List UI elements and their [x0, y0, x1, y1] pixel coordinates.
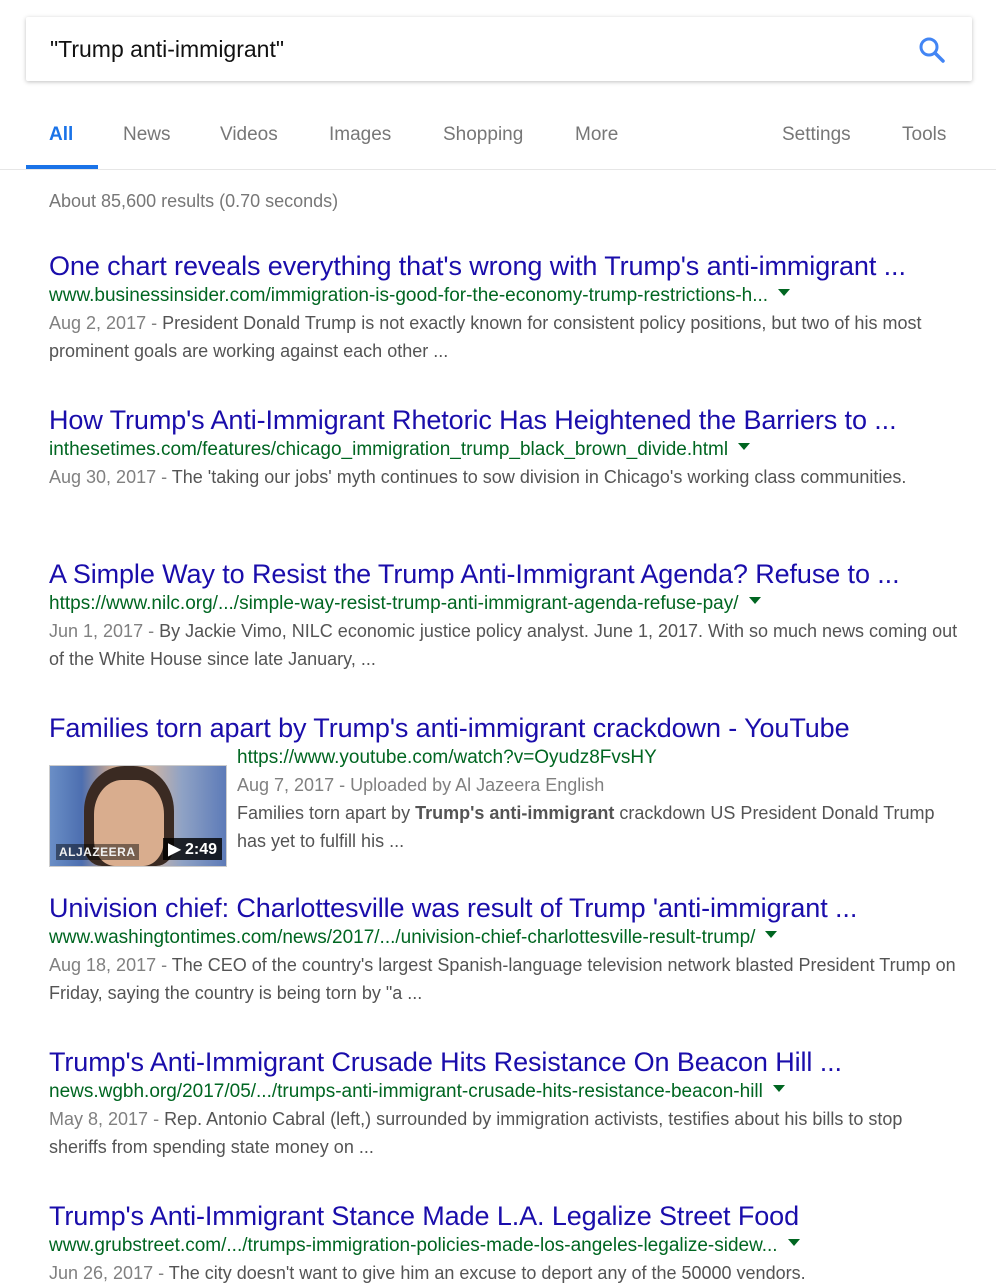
tab-tools[interactable]: Tools	[902, 124, 946, 146]
result-snippet-text: Rep. Antonio Cabral (left,) surrounded b…	[49, 1109, 903, 1157]
result-date: Jun 26, 2017 -	[49, 1263, 169, 1283]
result-snippet: Jun 1, 2017 - By Jackie Vimo, NILC econo…	[49, 617, 959, 673]
caret-down-icon[interactable]	[787, 1239, 800, 1247]
result-snippet-text: The city doesn't want to give him an exc…	[168, 1263, 806, 1283]
caret-down-icon[interactable]	[772, 1085, 785, 1093]
result-url[interactable]: www.grubstreet.com/.../trumps-immigratio…	[49, 1235, 778, 1256]
result-stats: About 85,600 results (0.70 seconds)	[49, 191, 339, 211]
caret-down-icon[interactable]	[765, 931, 778, 939]
video-thumbnail[interactable]: ALJAZEERA ▶ 2:49	[49, 765, 227, 867]
video-result-text: https://www.youtube.com/watch?v=Oyudz8Fv…	[237, 745, 957, 855]
result-title-link[interactable]: Families torn apart by Trump's anti-immi…	[49, 711, 959, 745]
result-date: Aug 30, 2017 -	[49, 467, 172, 487]
caret-down-icon[interactable]	[738, 443, 751, 451]
result-title-link[interactable]: Trump's Anti-Immigrant Crusade Hits Resi…	[49, 1045, 959, 1079]
search-tabs: All News Videos Images Shopping More Set…	[0, 110, 996, 170]
result-snippet-text: The CEO of the country's largest Spanish…	[49, 955, 956, 1003]
tab-all[interactable]: All	[49, 124, 73, 146]
result-snippet: Aug 30, 2017 - The 'taking our jobs' myt…	[49, 463, 959, 491]
search-result: Trump's Anti-Immigrant Crusade Hits Resi…	[49, 1045, 959, 1161]
result-url[interactable]: www.washingtontimes.com/news/2017/.../un…	[49, 927, 755, 948]
active-tab-indicator	[26, 165, 98, 169]
result-snippet: Jun 26, 2017 - The city doesn't want to …	[49, 1259, 959, 1287]
result-snippet: May 8, 2017 - Rep. Antonio Cabral (left,…	[49, 1105, 959, 1161]
result-snippet-text: Families torn apart by	[237, 803, 416, 823]
tab-shopping[interactable]: Shopping	[443, 124, 523, 146]
tab-news[interactable]: News	[123, 124, 171, 146]
search-icon	[919, 37, 945, 63]
caret-down-icon[interactable]	[778, 289, 791, 297]
result-url[interactable]: https://www.nilc.org/.../simple-way-resi…	[49, 593, 739, 614]
result-snippet-bold: Trump's anti-immigrant	[415, 803, 615, 823]
video-duration: ▶ 2:49	[163, 838, 222, 860]
result-snippet: Families torn apart by Trump's anti-immi…	[237, 799, 957, 855]
result-title-link[interactable]: One chart reveals everything that's wron…	[49, 249, 959, 283]
result-snippet-text: By Jackie Vimo, NILC economic justice po…	[49, 621, 958, 669]
result-title-link[interactable]: A Simple Way to Resist the Trump Anti-Im…	[49, 557, 959, 591]
tab-settings[interactable]: Settings	[782, 124, 851, 146]
result-date: May 8, 2017 -	[49, 1109, 165, 1129]
result-url[interactable]: inthesetimes.com/features/chicago_immigr…	[49, 439, 728, 460]
result-snippet: Aug 18, 2017 - The CEO of the country's …	[49, 951, 959, 1007]
result-title-link[interactable]: How Trump's Anti-Immigrant Rhetoric Has …	[49, 403, 959, 437]
result-date: Jun 1, 2017 -	[49, 621, 160, 641]
search-result: One chart reveals everything that's wron…	[49, 249, 959, 365]
search-result: How Trump's Anti-Immigrant Rhetoric Has …	[49, 403, 959, 491]
search-box	[26, 17, 972, 81]
channel-logo: ALJAZEERA	[56, 844, 139, 860]
search-result: A Simple Way to Resist the Trump Anti-Im…	[49, 557, 959, 673]
video-result: Families torn apart by Trump's anti-immi…	[49, 711, 959, 867]
result-snippet-text: The 'taking our jobs' myth continues to …	[171, 467, 907, 487]
result-snippet: Aug 2, 2017 - President Donald Trump is …	[49, 309, 959, 365]
tab-videos[interactable]: Videos	[220, 124, 278, 146]
search-input[interactable]	[50, 17, 870, 81]
caret-down-icon[interactable]	[748, 597, 761, 605]
result-title-link[interactable]: Univision chief: Charlottesville was res…	[49, 891, 959, 925]
result-date: Aug 18, 2017 -	[49, 955, 172, 975]
tab-more[interactable]: More	[575, 124, 618, 146]
result-snippet-text: President Donald Trump is not exactly kn…	[49, 313, 922, 361]
video-result-body: ALJAZEERA ▶ 2:49 https://www.youtube.com…	[49, 745, 959, 867]
result-url[interactable]: https://www.youtube.com/watch?v=Oyudz8Fv…	[237, 747, 657, 768]
search-result: Univision chief: Charlottesville was res…	[49, 891, 959, 1007]
result-url[interactable]: news.wgbh.org/2017/05/.../trumps-anti-im…	[49, 1081, 763, 1102]
result-url[interactable]: www.businessinsider.com/immigration-is-g…	[49, 285, 768, 306]
result-date: Aug 7, 2017 - Uploaded by Al Jazeera Eng…	[237, 775, 605, 795]
result-date: Aug 2, 2017 -	[49, 313, 163, 333]
search-result: Trump's Anti-Immigrant Stance Made L.A. …	[49, 1199, 959, 1287]
tab-images[interactable]: Images	[329, 124, 391, 146]
search-button[interactable]	[918, 36, 946, 64]
result-title-link[interactable]: Trump's Anti-Immigrant Stance Made L.A. …	[49, 1199, 959, 1233]
